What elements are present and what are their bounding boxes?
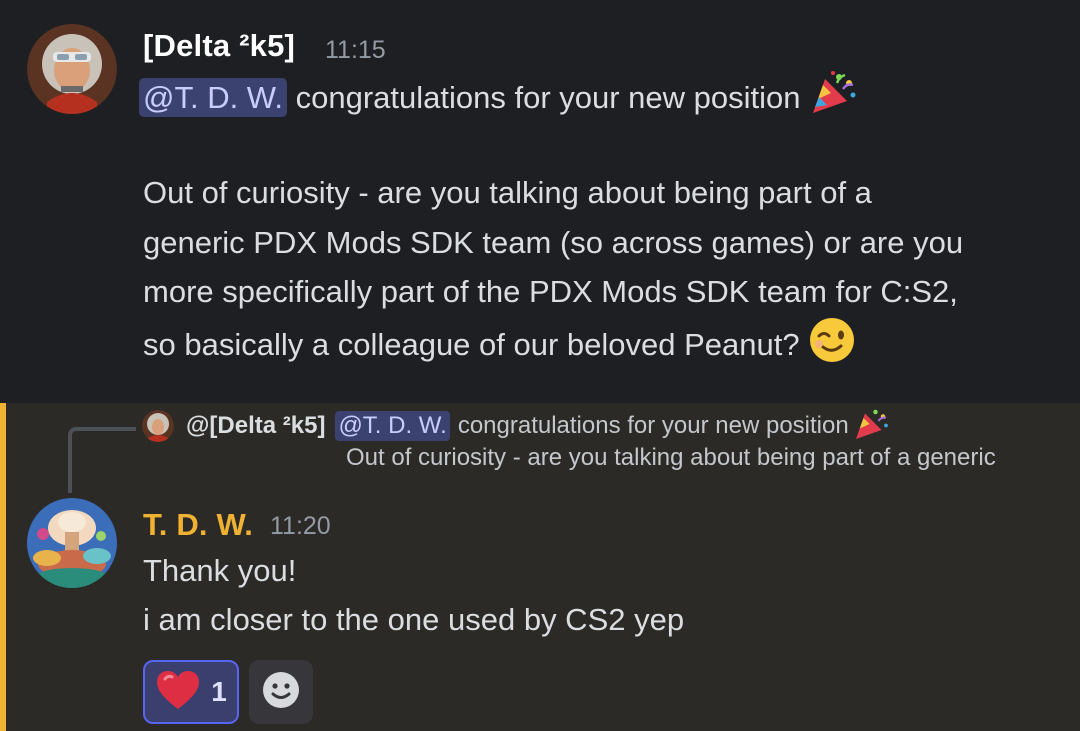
reply-avatar [142,410,174,442]
reactions-bar: 1 [143,660,313,724]
message-line: so basically a colleague of our beloved … [143,316,856,378]
reply-text: congratulations for your new position [457,412,849,439]
message-line: i am closer to the one used by CS2 yep [143,602,685,637]
reply-preview[interactable]: @[Delta ²k5] @T. D. W. congratulations f… [142,408,889,444]
reaction-heart[interactable]: 1 [143,660,239,724]
heart-icon [155,669,201,716]
mention-highlight-bar [0,403,6,731]
timestamp: 11:20 [270,512,331,540]
message-line: Out of curiosity - are you talking about… [143,175,872,210]
message-text: so basically a colleague of our beloved … [143,327,800,363]
reaction-count: 1 [211,676,227,707]
message-line: Thank you! [143,553,297,588]
author-name[interactable]: T. D. W. [143,507,253,543]
winking-face-emoji [808,316,856,378]
message-line: generic PDX Mods SDK team (so across gam… [143,225,964,260]
author-name[interactable]: [Delta ²k5] [143,28,295,64]
avatar-delta[interactable] [27,24,117,114]
reply-text-line2: Out of curiosity - are you talking about… [346,444,996,471]
party-popper-emoji [853,407,889,446]
reply-mention: @T. D. W. [335,411,450,441]
add-reaction-button[interactable] [249,660,313,724]
message-line: @T. D. W. congratulations for your new p… [139,71,857,129]
party-popper-emoji [809,71,857,129]
message-delta: [Delta ²k5] 11:15 @T. D. W. congratulati… [0,0,1080,403]
add-reaction-icon [262,671,300,714]
timestamp: 11:15 [325,36,386,64]
reply-author[interactable]: @[Delta ²k5] [186,412,325,440]
avatar-tdw[interactable] [27,498,117,588]
message-text: congratulations for your new position [295,80,801,116]
user-mention[interactable]: @T. D. W. [139,78,287,118]
message-line: more specifically part of the PDX Mods S… [143,274,958,309]
reply-connector [68,427,136,493]
